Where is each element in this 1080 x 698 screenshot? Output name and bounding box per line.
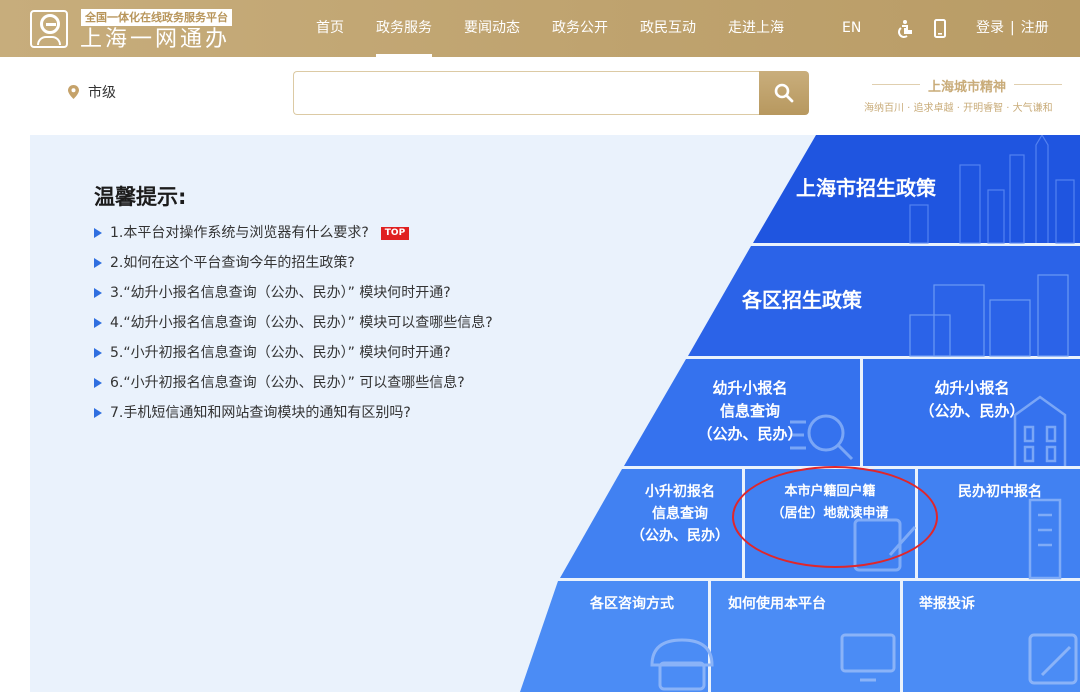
location-pin-icon [68, 85, 79, 99]
tile-district-policy-label[interactable]: 各区招生政策 [742, 289, 862, 312]
brand-name[interactable]: 上海一网通办 [80, 27, 230, 53]
enrollment-panel: 温馨提示: 1.本平台对操作系统与浏览器有什么要求? TOP 2.如何在这个平台查… [30, 135, 1080, 692]
login-link[interactable]: 登录 [976, 20, 1004, 36]
top-navigation-bar: 全国一体化在线政务服务平台 上海一网通办 首页 政务服务 要闻动态 政务公开 政… [0, 0, 1080, 57]
tile-kg-query-line2: 信息查询 [719, 402, 780, 420]
tile-city-policy-label[interactable]: 上海市招生政策 [796, 177, 936, 200]
auth-links: 登录 | 注册 [976, 0, 1049, 57]
accessibility-icon[interactable] [895, 19, 915, 39]
register-link[interactable]: 注册 [1021, 20, 1049, 36]
site-logo-icon[interactable] [30, 10, 68, 48]
search-button[interactable] [759, 71, 809, 115]
city-spirit-title: 上海城市精神 [871, 76, 1063, 95]
nav-interaction[interactable]: 政民互动 [624, 0, 712, 57]
search-input[interactable] [293, 71, 759, 115]
nav-home[interactable]: 首页 [300, 0, 360, 57]
brand-tagline: 全国一体化在线政务服务平台 [81, 9, 232, 26]
nav-government-services[interactable]: 政务服务 [360, 0, 448, 57]
location-selector[interactable]: 市级 [68, 82, 116, 102]
auth-separator: | [1010, 20, 1015, 36]
tile-ps-query-line1: 小升初报名 [645, 484, 715, 500]
tile-kg-query-line1: 幼升小报名 [712, 379, 788, 397]
tile-kg-query-line3: （公办、民办） [697, 425, 803, 443]
tile-ps-query-line3: （公办、民办） [631, 528, 729, 544]
location-label: 市级 [88, 85, 116, 101]
search-icon [774, 83, 794, 103]
tile-kg-register-line1: 幼升小报名 [934, 379, 1010, 397]
main-nav: 首页 政务服务 要闻动态 政务公开 政民互动 走进上海 [300, 0, 800, 57]
city-spirit-subtitle: 海纳百川 · 追求卓越 · 开明睿智 · 大气谦和 [864, 103, 1053, 114]
mobile-icon[interactable] [934, 19, 946, 38]
highlight-ring [732, 466, 938, 568]
tile-kg-register-label[interactable]: 幼升小报名 （公办、民办） [912, 377, 1032, 423]
tile-kg-query-label[interactable]: 幼升小报名 信息查询 （公办、民办） [690, 377, 810, 446]
tile-private-middle-label[interactable]: 民办初中报名 [940, 481, 1060, 503]
city-spirit-banner: 上海城市精神 海纳百川 · 追求卓越 · 开明睿智 · 大气谦和 [862, 76, 1080, 116]
tile-ps-query-line2: 信息查询 [652, 506, 708, 522]
nav-about-shanghai[interactable]: 走进上海 [712, 0, 800, 57]
tile-ps-query-label[interactable]: 小升初报名 信息查询 （公办、民办） [620, 481, 740, 547]
language-switch[interactable]: EN [842, 0, 861, 57]
tile-how-to-use-label[interactable]: 如何使用本平台 [728, 593, 826, 616]
nav-news[interactable]: 要闻动态 [448, 0, 536, 57]
tile-kg-register-line2: （公办、民办） [919, 402, 1025, 420]
tile-district-consult-label[interactable]: 各区咨询方式 [590, 593, 674, 616]
tile-report-label[interactable]: 举报投诉 [919, 593, 975, 616]
nav-gov-openness[interactable]: 政务公开 [536, 0, 624, 57]
